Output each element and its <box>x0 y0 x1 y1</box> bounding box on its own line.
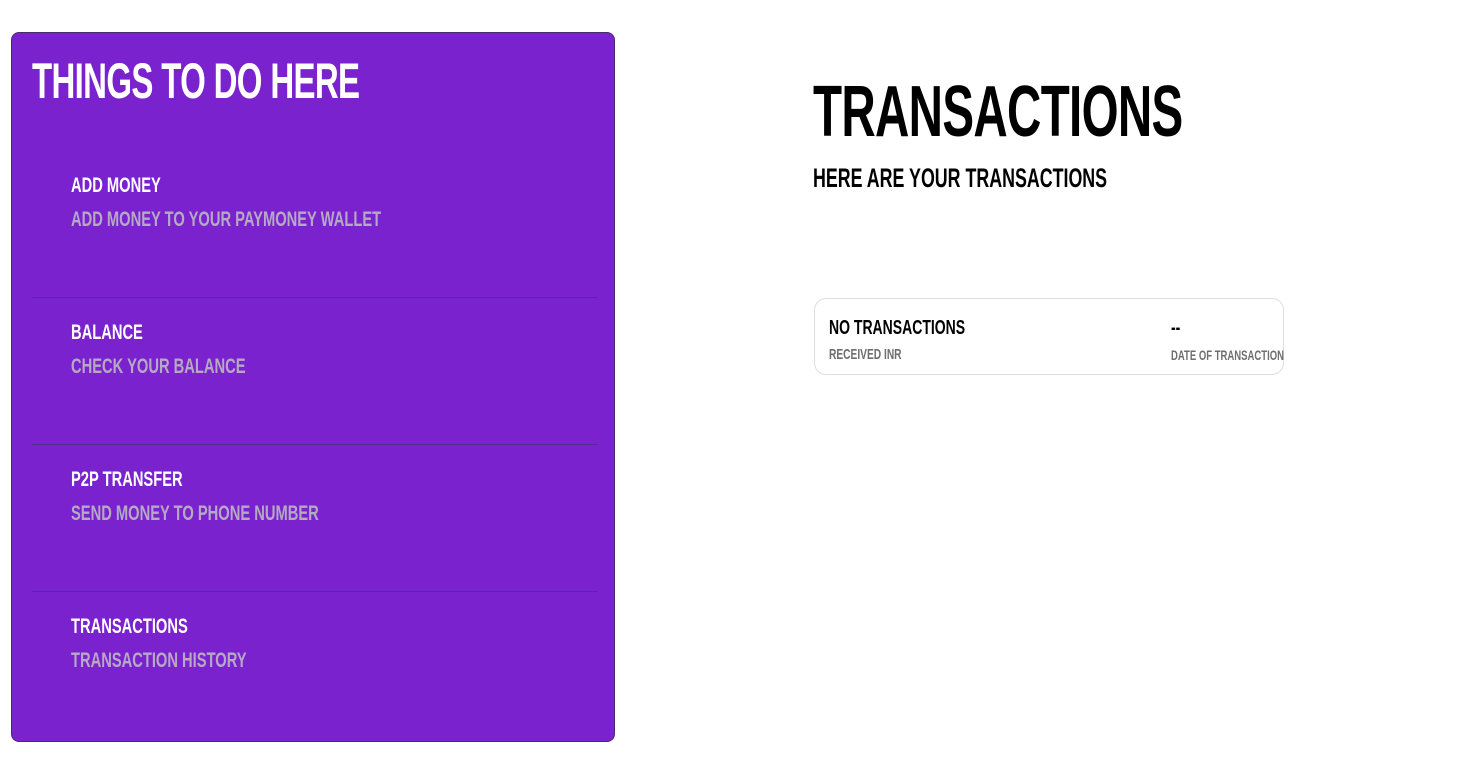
transaction-card: NO TRANSACTIONS RECEIVED INR -- DATE OF … <box>814 298 1284 375</box>
menu-item-balance[interactable]: BALANCE CHECK YOUR BALANCE <box>32 298 598 445</box>
menu-item-description: CHECK YOUR BALANCE <box>71 355 246 378</box>
menu-item-label: BALANCE <box>71 321 143 344</box>
transaction-amount: -- <box>1171 317 1181 339</box>
actions-menu: ADD MONEY ADD MONEY TO YOUR PAYMONEY WAL… <box>32 151 598 739</box>
menu-item-label: ADD MONEY <box>71 174 161 197</box>
menu-item-description: ADD MONEY TO YOUR PAYMONEY WALLET <box>71 208 382 231</box>
menu-item-p2p-transfer[interactable]: P2P TRANSFER SEND MONEY TO PHONE NUMBER <box>32 445 598 592</box>
menu-item-label: P2P TRANSFER <box>71 468 183 491</box>
transaction-type: RECEIVED INR <box>829 346 902 363</box>
panel-title: THINGS TO DO HERE <box>32 53 360 109</box>
actions-panel: THINGS TO DO HERE ADD MONEY ADD MONEY TO… <box>11 32 615 742</box>
transaction-date: DATE OF TRANSACTION <box>1171 347 1285 363</box>
transaction-name: NO TRANSACTIONS <box>829 317 966 339</box>
menu-item-transactions[interactable]: TRANSACTIONS TRANSACTION HISTORY <box>32 592 598 739</box>
menu-item-add-money[interactable]: ADD MONEY ADD MONEY TO YOUR PAYMONEY WAL… <box>32 151 598 298</box>
page-title: TRANSACTIONS <box>813 72 1183 152</box>
menu-item-description: TRANSACTION HISTORY <box>71 649 247 672</box>
page-subtitle: HERE ARE YOUR TRANSACTIONS <box>813 163 1108 193</box>
menu-item-label: TRANSACTIONS <box>71 615 188 638</box>
menu-item-description: SEND MONEY TO PHONE NUMBER <box>71 502 319 525</box>
